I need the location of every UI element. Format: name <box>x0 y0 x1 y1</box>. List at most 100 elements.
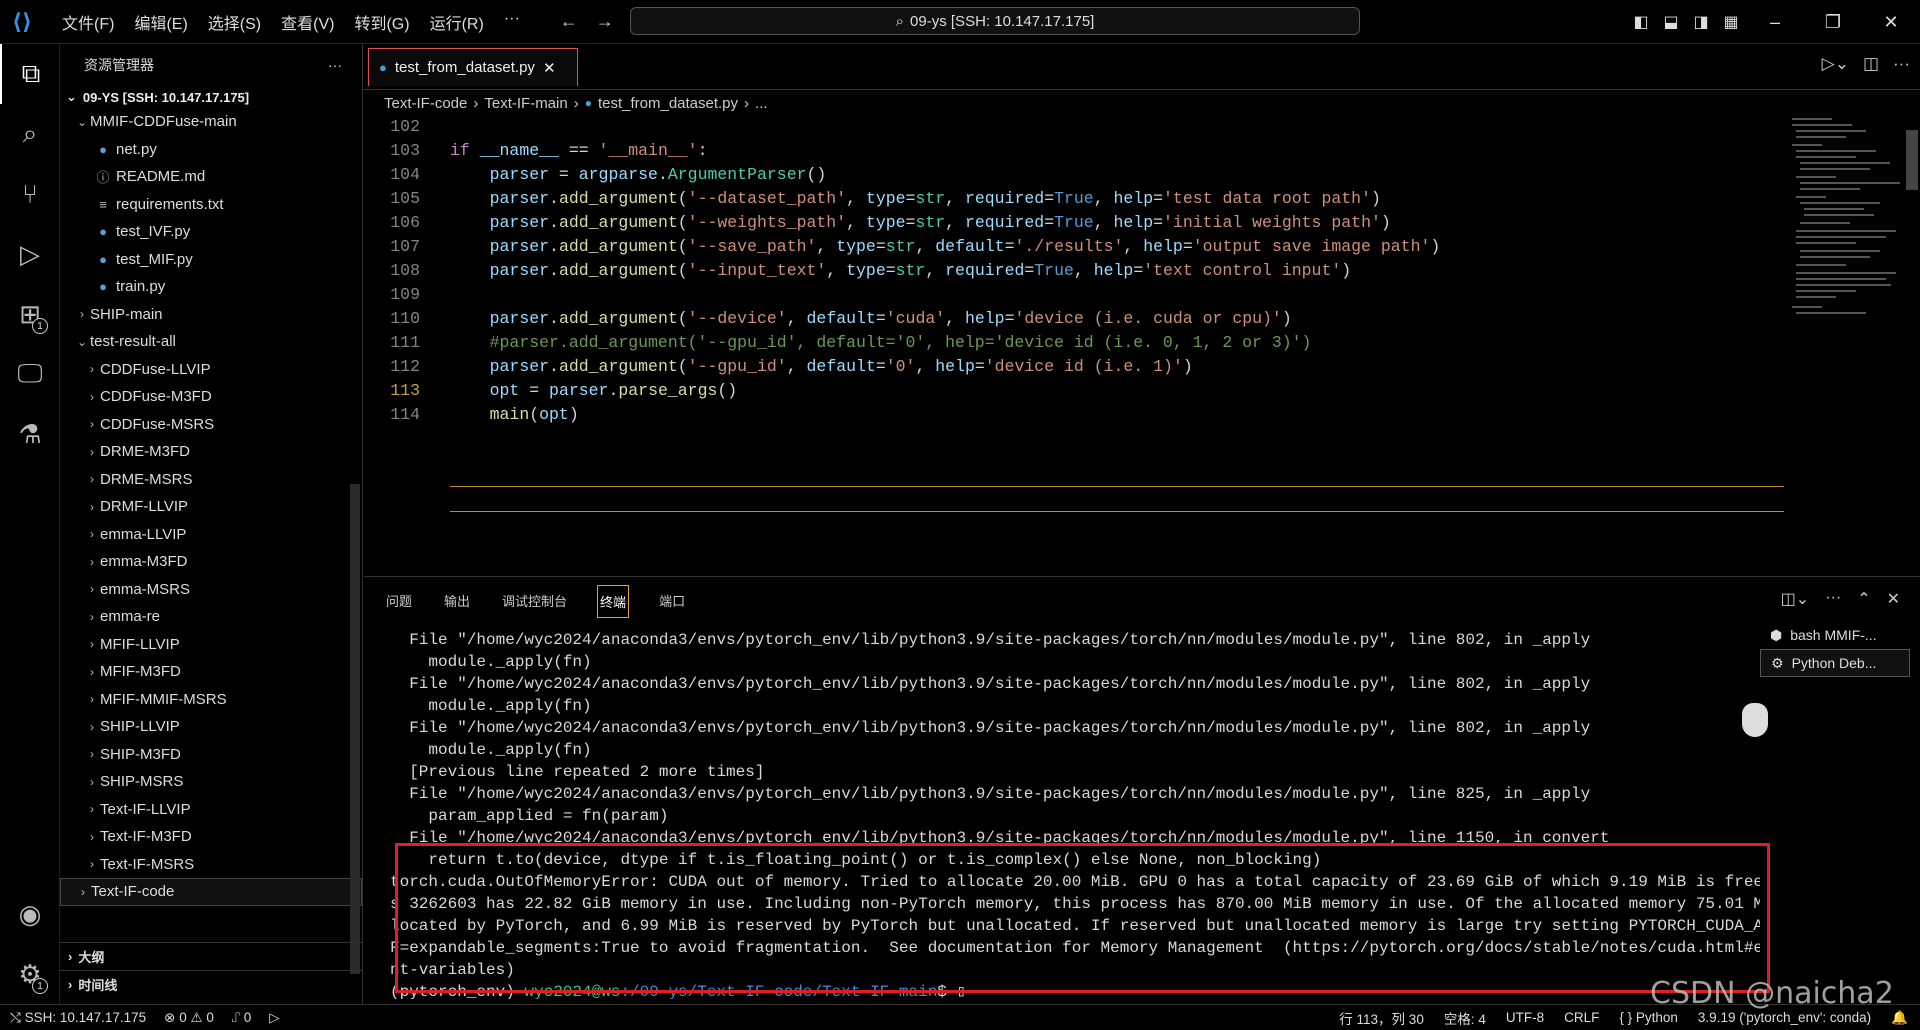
menu-file[interactable]: 文件(F) <box>52 10 124 34</box>
workspace-root[interactable]: ⌄ 09-YS [SSH: 10.147.17.175] <box>60 86 362 108</box>
close-button[interactable]: ✕ <box>1862 12 1920 33</box>
more-actions-icon[interactable]: ··· <box>1825 589 1841 609</box>
tab-output[interactable]: 输出 <box>442 585 472 618</box>
forward-arrow-icon[interactable]: → <box>596 11 614 32</box>
tree-folder-project[interactable]: ⌄ MMIF-CDDFuse-main <box>60 108 362 136</box>
tree-folder[interactable]: › emma-MSRS <box>60 576 362 604</box>
tree-folder[interactable]: › CDDFuse-LLVIP <box>60 356 362 384</box>
breadcrumb-item[interactable]: ... <box>755 95 768 112</box>
tree-file[interactable]: ● train.py <box>60 273 362 301</box>
tree-folder[interactable]: › DRME-M3FD <box>60 438 362 466</box>
tree-file[interactable]: ● test_MIF.py <box>60 246 362 274</box>
tree-folder[interactable]: › DRME-MSRS <box>60 466 362 494</box>
problems-indicator[interactable]: ⊗ 0 ⚠ 0 <box>164 1010 214 1026</box>
search-icon[interactable]: ⌕ <box>0 104 60 164</box>
tree-folder[interactable]: ⌄ test-result-all <box>60 328 362 356</box>
menu-edit[interactable]: 编辑(E) <box>124 10 197 34</box>
terminal-item-bash[interactable]: ⬢ bash MMIF-... <box>1760 621 1910 649</box>
settings-gear-icon[interactable]: ⚙ 1 <box>0 944 60 1004</box>
indentation[interactable]: 空格: 4 <box>1444 1008 1486 1028</box>
customize-layout-icon[interactable]: ▦ <box>1716 12 1746 32</box>
tree-folder[interactable]: › SHIP-MSRS <box>60 768 362 796</box>
code-editor[interactable]: 102 103 if __name__ == '__main__': 104 pa… <box>364 114 1784 574</box>
menu-view[interactable]: 查看(V) <box>271 10 344 34</box>
menu-go[interactable]: 转到(G) <box>344 10 419 34</box>
more-actions-icon[interactable]: ··· <box>328 57 342 73</box>
remote-explorer-icon[interactable]: 🖵 <box>0 344 60 404</box>
tree-folder[interactable]: › MFIF-MMIF-MSRS <box>60 686 362 714</box>
tree-folder[interactable]: › emma-re <box>60 603 362 631</box>
tree-folder-label: SHIP-M3FD <box>100 745 181 763</box>
tree-folder[interactable]: › DRMF-LLVIP <box>60 493 362 521</box>
restore-button[interactable]: ❐ <box>1804 12 1862 33</box>
encoding[interactable]: UTF-8 <box>1506 1010 1544 1025</box>
tree-folder[interactable]: › Text-IF-M3FD <box>60 823 362 851</box>
back-arrow-icon[interactable]: ← <box>560 11 578 32</box>
run-debug-icon[interactable]: ▷ <box>0 224 60 284</box>
sidebar-scrollbar[interactable] <box>350 484 360 974</box>
tree-folder[interactable]: › Text-IF-code <box>60 878 362 906</box>
tree-file[interactable]: ● test_IVF.py <box>60 218 362 246</box>
command-center[interactable]: ⌕ 09-ys [SSH: 10.147.17.175] <box>630 7 1360 35</box>
chevron-down-icon: ⌄ <box>76 334 88 349</box>
tree-folder[interactable]: › emma-M3FD <box>60 548 362 576</box>
tree-file[interactable]: ● net.py <box>60 136 362 164</box>
outline-section[interactable]: › 大纲 <box>60 942 363 969</box>
menu-more[interactable]: ··· <box>494 10 530 34</box>
tab-ports[interactable]: 端口 <box>657 585 687 618</box>
breadcrumb-item[interactable]: Text-IF-code <box>384 95 467 112</box>
tab-test-from-dataset[interactable]: ● test_from_dataset.py ✕ <box>368 48 578 86</box>
menu-run[interactable]: 运行(R) <box>420 10 494 34</box>
extensions-icon[interactable]: ⊞ 1 <box>0 284 60 344</box>
more-actions-icon[interactable]: ··· <box>1893 54 1910 74</box>
ports-indicator[interactable]: ⑀ 0 <box>232 1010 251 1025</box>
line-number: 104 <box>390 164 420 184</box>
title-bar: ⟨⟩ 文件(F) 编辑(E) 选择(S) 查看(V) 转到(G) 运行(R) ·… <box>0 0 1920 44</box>
debug-run-icon[interactable]: ▷ <box>269 1010 279 1026</box>
timeline-section[interactable]: › 时间线 <box>60 970 363 997</box>
toggle-secondary-sidebar-icon[interactable]: ◨ <box>1686 12 1716 32</box>
python-interpreter[interactable]: 3.9.19 ('pytorch_env': conda) <box>1698 1010 1871 1025</box>
terminal-line: [Previous line repeated 2 more times] <box>390 763 765 781</box>
toggle-panel-icon[interactable]: ⬓ <box>1656 12 1686 32</box>
remote-indicator[interactable]: ⤭ SSH: 10.147.17.175 <box>10 1010 146 1026</box>
source-control-icon[interactable]: ⑂ <box>0 164 60 224</box>
tree-file[interactable]: ≡ requirements.txt <box>60 191 362 219</box>
tab-debug-console[interactable]: 调试控制台 <box>500 585 569 618</box>
testing-icon[interactable]: ⚗ <box>0 404 60 464</box>
run-python-file-icon[interactable]: ▷⌄ <box>1822 54 1849 74</box>
split-terminal-icon[interactable]: ◫⌄ <box>1781 589 1810 609</box>
minimap[interactable] <box>1788 114 1908 344</box>
breadcrumb-item[interactable]: test_from_dataset.py <box>598 95 738 112</box>
tree-folder[interactable]: › CDDFuse-M3FD <box>60 383 362 411</box>
tree-folder[interactable]: › Text-IF-LLVIP <box>60 796 362 824</box>
account-icon[interactable]: ◉ <box>0 884 60 944</box>
tree-folder[interactable]: › MFIF-M3FD <box>60 658 362 686</box>
chevron-right-icon: › <box>90 362 94 377</box>
notifications-bell-icon[interactable]: 🔔 <box>1891 1010 1908 1026</box>
tree-folder[interactable]: › emma-LLVIP <box>60 521 362 549</box>
tree-folder[interactable]: › SHIP-main <box>60 301 362 329</box>
split-editor-icon[interactable]: ◫ <box>1863 54 1879 74</box>
explorer-icon[interactable]: ⧉ <box>0 44 60 104</box>
breadcrumb-item[interactable]: Text-IF-main <box>484 95 567 112</box>
editor-scrollbar[interactable] <box>1906 130 1918 190</box>
language-mode[interactable]: { } Python <box>1619 1010 1678 1025</box>
minimize-button[interactable]: – <box>1746 12 1804 33</box>
toggle-sidebar-icon[interactable]: ◧ <box>1626 12 1656 32</box>
tree-folder[interactable]: › Text-IF-MSRS <box>60 851 362 879</box>
end-of-line[interactable]: CRLF <box>1564 1010 1599 1025</box>
close-icon[interactable]: ✕ <box>543 59 556 77</box>
tree-folder[interactable]: › MFIF-LLVIP <box>60 631 362 659</box>
tree-folder[interactable]: › SHIP-LLVIP <box>60 713 362 741</box>
maximize-panel-icon[interactable]: ⌃ <box>1857 589 1870 609</box>
close-panel-icon[interactable]: ✕ <box>1887 589 1900 609</box>
tab-problems[interactable]: 问题 <box>384 585 414 618</box>
terminal-item-python-debug[interactable]: ⚙ Python Deb... <box>1760 649 1910 677</box>
tree-file[interactable]: ⓘ README.md <box>60 163 362 191</box>
cursor-position[interactable]: 行 113，列 30 <box>1339 1008 1424 1028</box>
tree-folder[interactable]: › SHIP-M3FD <box>60 741 362 769</box>
tree-folder[interactable]: › CDDFuse-MSRS <box>60 411 362 439</box>
tab-terminal[interactable]: 终端 <box>597 585 630 618</box>
menu-selection[interactable]: 选择(S) <box>198 10 271 34</box>
